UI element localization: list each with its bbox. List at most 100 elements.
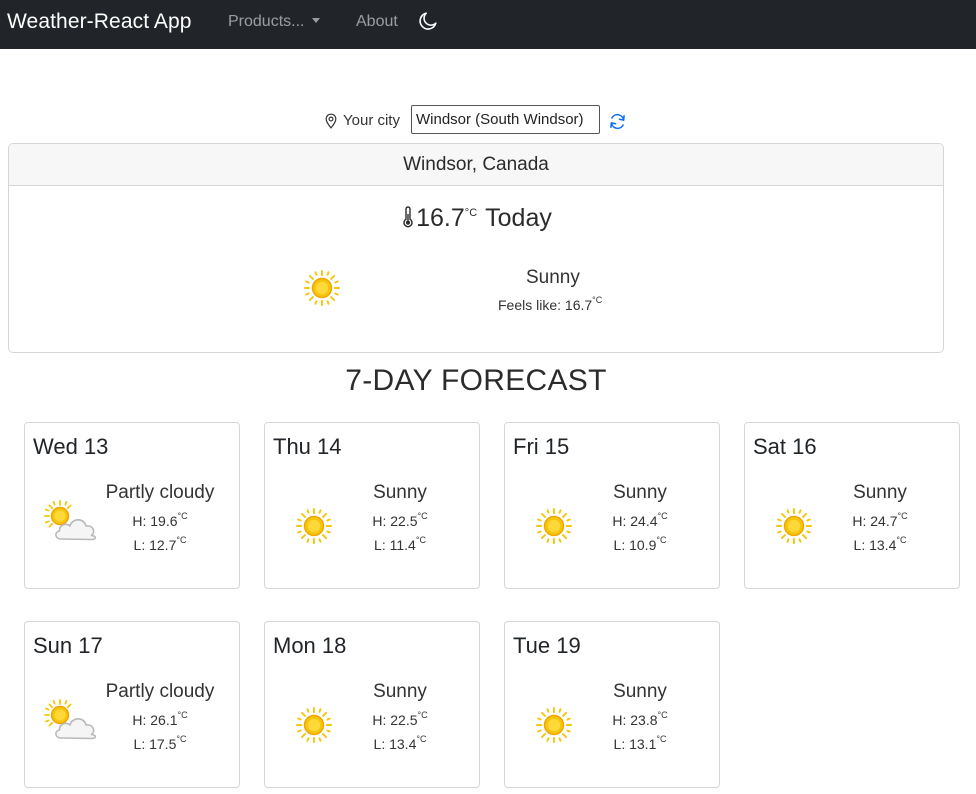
location-title: Windsor, Canada [9, 144, 943, 186]
forecast-day-name: Thu 14 [273, 434, 342, 459]
forecast-high-value: 24.4 [630, 513, 658, 529]
forecast-low-temp: L: 10.9°C [565, 535, 715, 553]
forecast-high-temp: H: 22.5°C [325, 511, 475, 529]
forecast-low-temp: L: 13.4°C [325, 734, 475, 752]
city-input[interactable] [411, 105, 600, 134]
forecast-day-card: Sat 16 Sunny H: 24.7°C L: 13.4°C [744, 422, 960, 589]
temp-unit: °C [417, 710, 428, 720]
temp-unit: °C [896, 535, 907, 545]
forecast-low-prefix: L: [133, 736, 150, 752]
forecast-low-prefix: L: [374, 537, 390, 553]
forecast-high-value: 24.7 [870, 513, 898, 529]
forecast-low-value: 17.5 [149, 736, 177, 752]
forecast-day-name: Tue 19 [513, 633, 581, 658]
current-description: Sunny [526, 267, 580, 288]
forecast-day-name: Wed 13 [33, 434, 109, 459]
forecast-day-description: Sunny [613, 482, 667, 503]
products-label: Products... [228, 13, 305, 30]
temp-unit: °C [176, 734, 187, 744]
temp-unit: °C [417, 511, 428, 521]
today-label: Today [485, 204, 552, 232]
forecast-high-prefix: H: [852, 513, 871, 529]
forecast-high-temp: H: 19.6°C [85, 511, 235, 529]
forecast-high-prefix: H: [132, 513, 151, 529]
feels-like-value: 16.7 [564, 297, 593, 313]
forecast-low-temp: L: 13.1°C [565, 734, 715, 752]
brand-link[interactable]: Weather-React App [7, 10, 192, 34]
forecast-day-name: Mon 18 [273, 633, 347, 658]
forecast-day-description: Sunny [853, 482, 907, 503]
refresh-icon[interactable] [608, 112, 627, 131]
forecast-low-temp: L: 17.5°C [85, 734, 235, 752]
city-label: Your city [343, 112, 400, 129]
caret-down-icon [312, 18, 321, 23]
forecast-high-value: 22.5 [390, 513, 418, 529]
thermometer-icon [403, 206, 413, 228]
temp-unit: °C [592, 295, 603, 305]
forecast-high-value: 23.8 [630, 712, 658, 728]
forecast-high-prefix: H: [612, 712, 631, 728]
forecast-low-prefix: L: [613, 736, 630, 752]
location-pin-icon [325, 113, 337, 129]
forecast-high-value: 19.6 [150, 513, 178, 529]
forecast-day-description: Sunny [373, 482, 427, 503]
forecast-high-temp: H: 23.8°C [565, 710, 715, 728]
forecast-day-description: Sunny [373, 681, 427, 702]
temp-unit: °C [177, 511, 188, 521]
forecast-title: 7-DAY FORECAST [345, 364, 607, 397]
feels-like: Feels like: 16.7°C [498, 295, 602, 313]
forecast-high-value: 26.1 [150, 712, 178, 728]
forecast-high-temp: H: 24.7°C [805, 511, 955, 529]
temp-unit: °C [656, 535, 667, 545]
temp-unit: °C [897, 511, 908, 521]
forecast-high-prefix: H: [132, 712, 151, 728]
temp-unit: °C [657, 511, 668, 521]
forecast-day-name: Sat 16 [753, 434, 817, 459]
forecast-high-temp: H: 24.4°C [565, 511, 715, 529]
forecast-high-temp: H: 26.1°C [85, 710, 235, 728]
forecast-day-card: Thu 14 Sunny H: 22.5°C L: 11.4°C [264, 422, 480, 589]
forecast-day-name: Sun 17 [33, 633, 103, 658]
forecast-day-card: Sun 17 Partly cloudy H: 26.1°C L: 17.5°C [24, 621, 240, 788]
forecast-day-description: Sunny [613, 681, 667, 702]
forecast-day-card: Tue 19 Sunny H: 23.8°C L: 13.1°C [504, 621, 720, 788]
navbar: Weather-React App Products... About [0, 0, 976, 49]
forecast-low-value: 10.9 [629, 537, 657, 553]
forecast-day-card: Mon 18 Sunny H: 22.5°C L: 13.4°C [264, 621, 480, 788]
temp-unit: °C [464, 207, 478, 219]
forecast-low-prefix: L: [853, 537, 870, 553]
temp-unit: °C [416, 734, 427, 744]
feels-like-prefix: Feels like: [498, 297, 565, 313]
forecast-day-card: Wed 13 Partly cloudy H: 19.6°C L: 12.7°C [24, 422, 240, 589]
forecast-high-temp: H: 22.5°C [325, 710, 475, 728]
temp-unit: °C [415, 535, 426, 545]
forecast-low-temp: L: 11.4°C [325, 535, 475, 553]
forecast-day-description: Partly cloudy [105, 681, 215, 702]
city-search-row: Your city [0, 105, 976, 135]
temp-unit: °C [656, 734, 667, 744]
forecast-low-temp: L: 12.7°C [85, 535, 235, 553]
current-weather-card: Windsor, Canada 16.7°C Today Sunny Feels … [8, 143, 944, 353]
forecast-high-value: 22.5 [390, 712, 418, 728]
forecast-high-prefix: H: [372, 712, 391, 728]
forecast-day-name: Fri 15 [513, 434, 570, 459]
forecast-day-card: Fri 15 Sunny H: 24.4°C L: 10.9°C [504, 422, 720, 589]
forecast-day-description: Partly cloudy [105, 482, 215, 503]
forecast-high-prefix: H: [372, 513, 391, 529]
about-link[interactable]: About [356, 13, 398, 31]
forecast-high-prefix: H: [612, 513, 631, 529]
forecast-low-prefix: L: [613, 537, 630, 553]
forecast-low-value: 11.4 [389, 537, 416, 553]
forecast-low-prefix: L: [373, 736, 390, 752]
forecast-low-prefix: L: [133, 537, 150, 553]
products-dropdown[interactable]: Products... [228, 13, 321, 31]
forecast-low-temp: L: 13.4°C [805, 535, 955, 553]
moon-icon[interactable] [418, 11, 438, 31]
forecast-low-value: 12.7 [149, 537, 177, 553]
temp-unit: °C [176, 535, 187, 545]
temp-unit: °C [657, 710, 668, 720]
forecast-low-value: 13.4 [869, 537, 897, 553]
current-temperature: 16.7°C Today [9, 204, 943, 233]
sun-icon [303, 269, 341, 307]
forecast-low-value: 13.4 [389, 736, 417, 752]
